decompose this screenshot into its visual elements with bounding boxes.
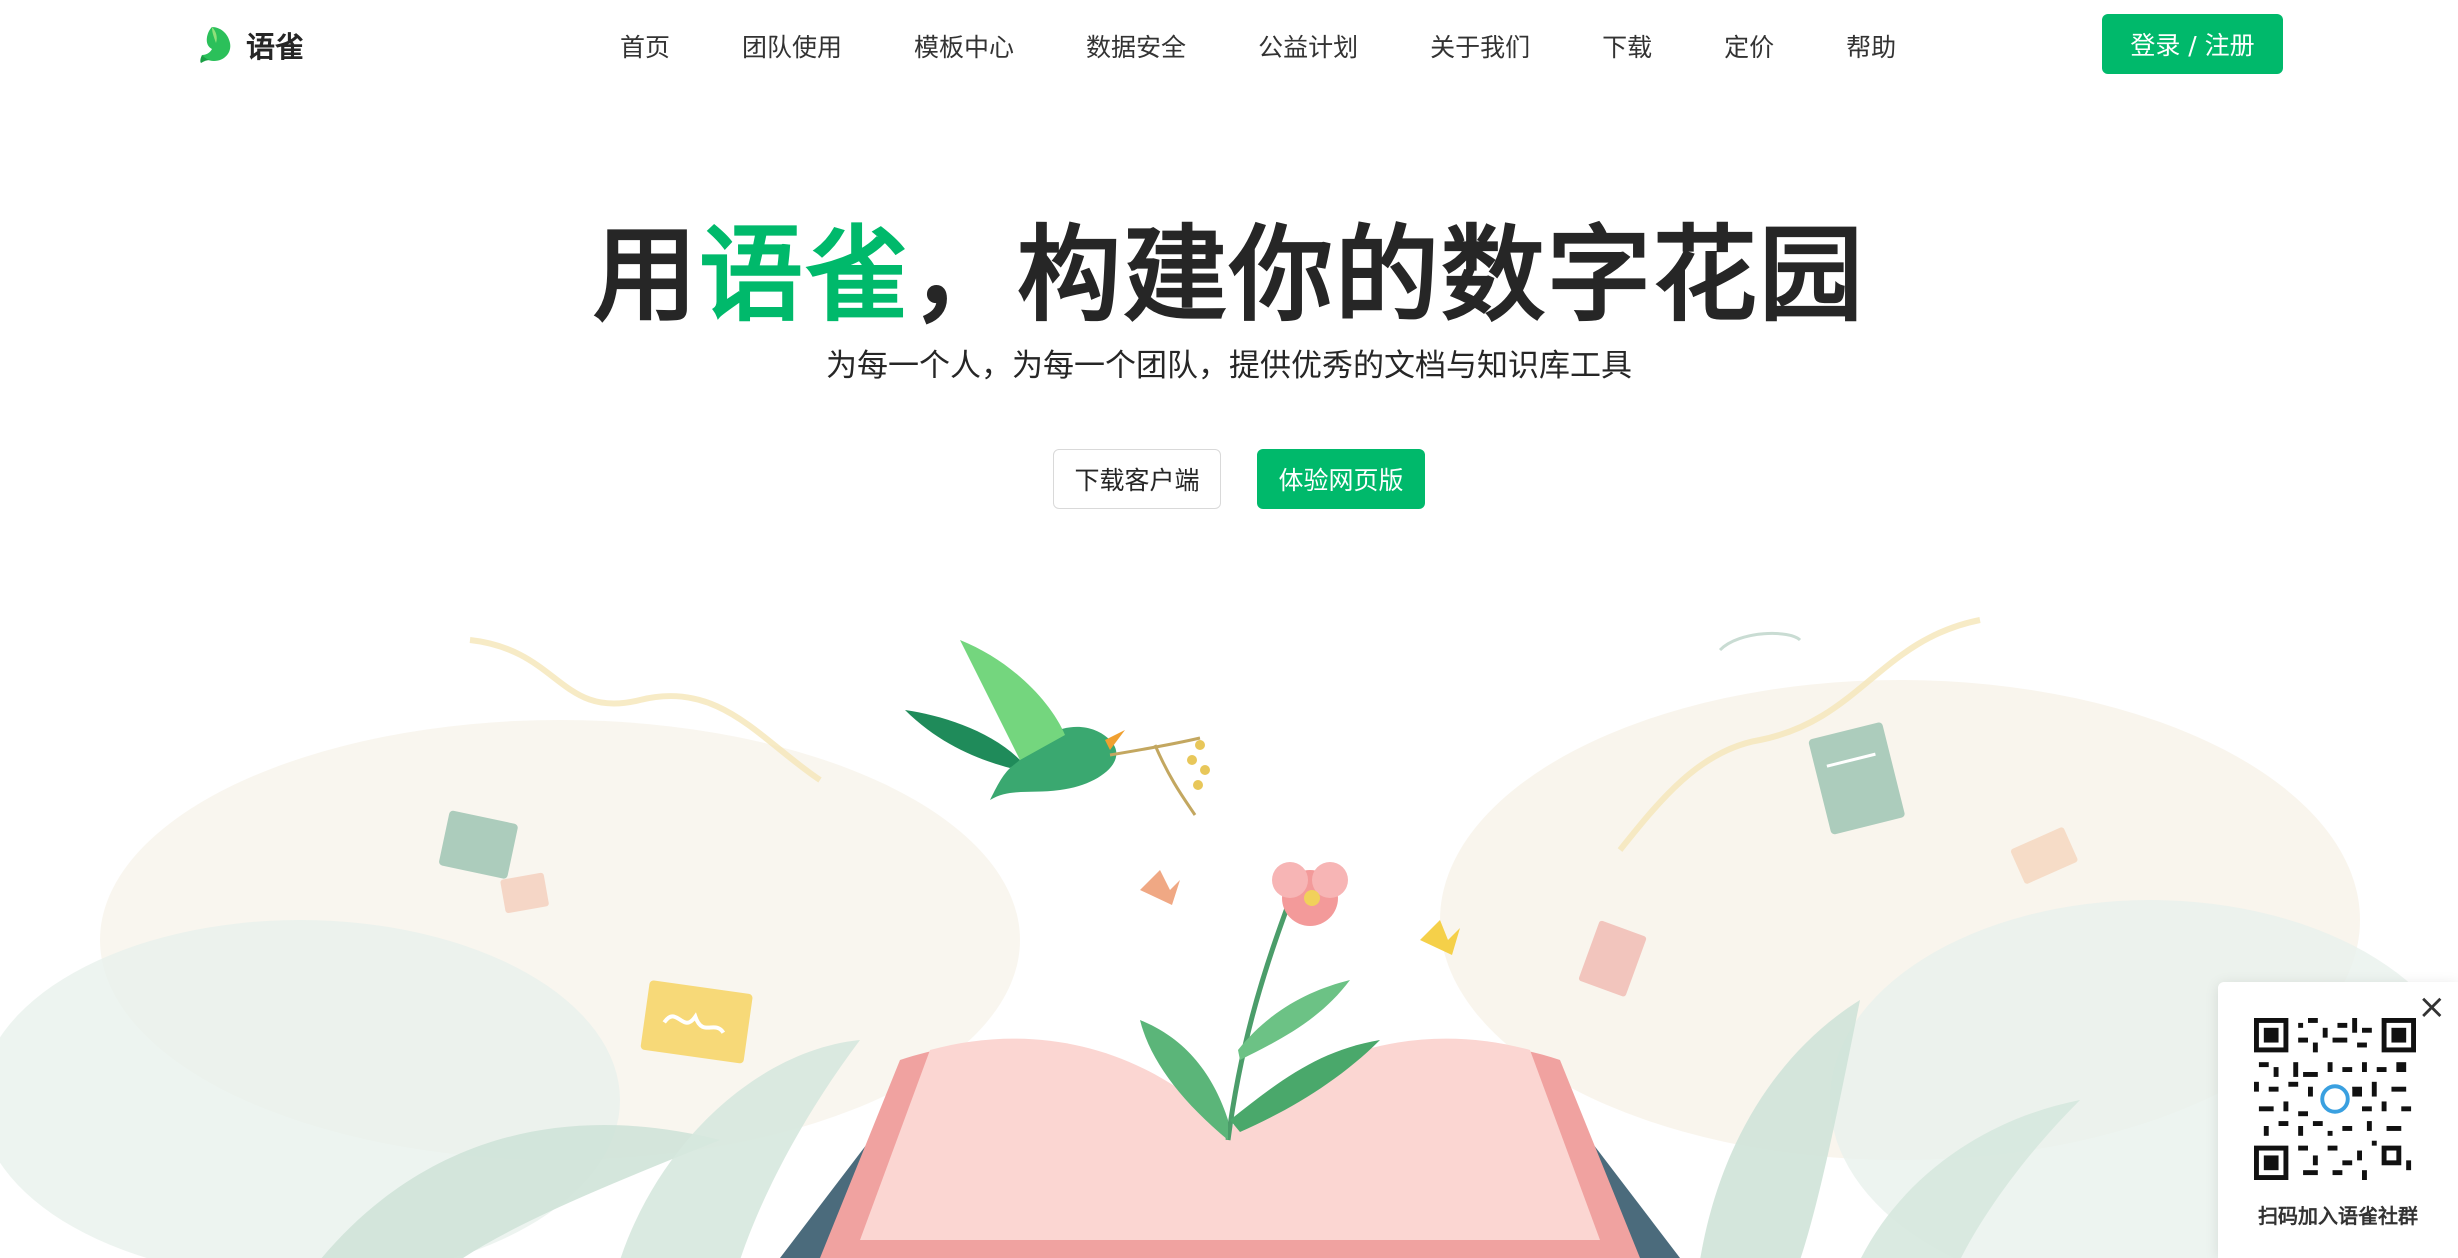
hero-title-prefix: 用 (592, 214, 699, 336)
hero-title-accent: 语雀 (698, 214, 911, 336)
login-register-button[interactable]: 登录 / 注册 (2102, 14, 2283, 74)
logo-text: 语雀 (246, 30, 305, 64)
nav-item-charity[interactable]: 公益计划 (1258, 28, 1358, 64)
nav-item-about[interactable]: 关于我们 (1430, 28, 1530, 64)
qr-caption: 扫码加入语雀社群 (2258, 1204, 2418, 1228)
qr-code-image (2254, 1018, 2416, 1180)
hero-subtitle: 为每一个人，为每一个团队，提供优秀的文档与知识库工具 (826, 348, 1632, 384)
nav-item-templates[interactable]: 模板中心 (914, 28, 1014, 64)
nav-item-download[interactable]: 下载 (1602, 28, 1652, 64)
hero-title-suffix: ，构建你的数字花园 (911, 214, 1866, 336)
hero-illustration (0, 617, 2458, 1258)
logo[interactable]: 语雀 (198, 22, 304, 68)
main-nav: 首页 团队使用 模板中心 数据安全 公益计划 关于我们 下载 定价 帮助 (620, 26, 1896, 66)
nav-item-help[interactable]: 帮助 (1846, 28, 1896, 64)
close-icon[interactable]: × (2418, 990, 2447, 1024)
try-web-button[interactable]: 体验网页版 (1257, 449, 1425, 509)
nav-item-pricing[interactable]: 定价 (1724, 28, 1774, 64)
nav-item-security[interactable]: 数据安全 (1086, 28, 1186, 64)
site-header: 语雀 首页 团队使用 模板中心 数据安全 公益计划 关于我们 下载 定价 帮助 … (0, 0, 2458, 90)
hero-title: 用语雀，构建你的数字花园 (0, 210, 2458, 340)
yuque-logo-icon (200, 27, 231, 63)
download-client-button[interactable]: 下载客户端 (1053, 449, 1221, 509)
nav-item-team[interactable]: 团队使用 (742, 28, 842, 64)
nav-item-home[interactable]: 首页 (620, 28, 670, 64)
community-qr-card: × 扫码加入语雀社群 (2218, 982, 2458, 1258)
